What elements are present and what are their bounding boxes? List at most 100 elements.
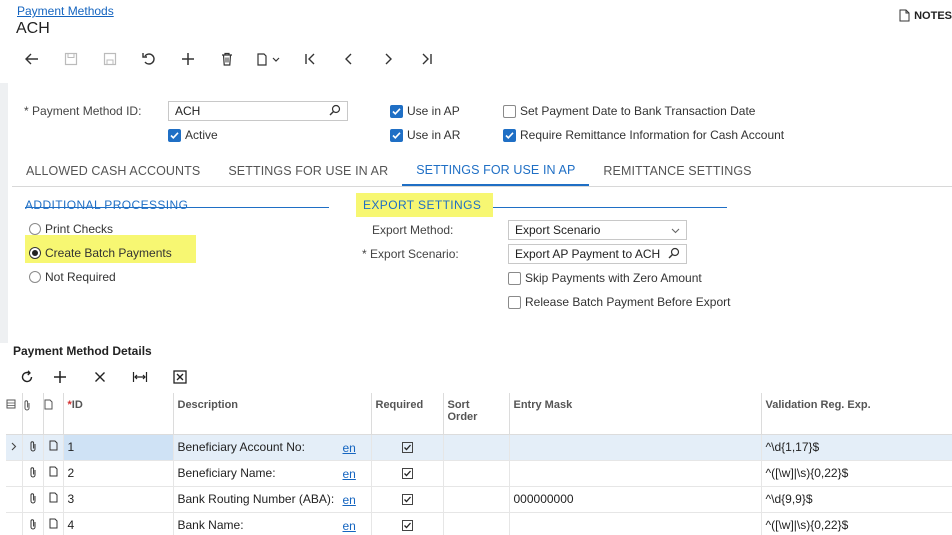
create-batch-payments-label: Create Batch Payments — [45, 246, 172, 260]
note-icon[interactable] — [43, 512, 64, 535]
search-icon[interactable] — [668, 247, 680, 262]
cell-entry-mask[interactable] — [509, 434, 762, 461]
export-scenario-input[interactable]: Export AP Payment to ACH v.2 — [508, 244, 687, 264]
cancel-icon[interactable] — [129, 47, 168, 71]
delete-row-icon[interactable] — [80, 366, 120, 388]
active-checkbox[interactable]: Active — [168, 128, 218, 142]
details-toolbar — [14, 366, 200, 388]
cell-description[interactable]: Bank Routing Number (ABA): en — [173, 486, 372, 513]
breadcrumb-payment-methods[interactable]: Payment Methods — [17, 4, 114, 18]
note-icon[interactable] — [43, 460, 64, 487]
save-icon[interactable] — [90, 47, 129, 71]
cell-sort-order[interactable] — [443, 486, 510, 513]
use-in-ar-checkbox[interactable]: Use in AR — [390, 128, 460, 142]
cell-id[interactable]: 3 — [63, 486, 174, 513]
previous-icon[interactable] — [329, 47, 368, 71]
add-row-icon[interactable] — [40, 366, 80, 388]
checkmark-icon — [401, 468, 413, 480]
export-excel-icon[interactable] — [160, 366, 200, 388]
payment-method-id-input[interactable]: ACH — [168, 101, 348, 121]
add-icon[interactable] — [168, 47, 207, 71]
main-toolbar — [12, 47, 446, 71]
export-scenario-value: Export AP Payment to ACH v.2 — [515, 247, 663, 261]
delete-icon[interactable] — [207, 47, 246, 71]
cell-sort-order[interactable] — [443, 434, 510, 461]
cell-description[interactable]: Beneficiary Name: en — [173, 460, 372, 487]
undo-back-icon[interactable] — [12, 47, 51, 71]
tabs-divider — [12, 186, 952, 187]
cell-entry-mask[interactable] — [509, 512, 762, 535]
cell-description[interactable]: Beneficiary Account No: en — [173, 434, 372, 461]
fit-columns-icon[interactable] — [120, 366, 160, 388]
next-icon[interactable] — [368, 47, 407, 71]
table-row[interactable]: 1 Beneficiary Account No: en ^\d{1,17}$ — [6, 434, 952, 461]
release-batch-checkbox[interactable]: Release Batch Payment Before Export — [508, 295, 730, 309]
cell-validation[interactable]: ^([\w]|\s){0,22}$ — [761, 460, 952, 487]
cell-id[interactable]: 2 — [63, 460, 174, 487]
skip-zero-checkbox[interactable]: Skip Payments with Zero Amount — [508, 271, 702, 285]
column-header-id[interactable]: *ID — [63, 393, 174, 435]
note-column-icon — [43, 393, 64, 435]
table-row[interactable]: 3 Bank Routing Number (ABA): en 000000000… — [6, 486, 952, 513]
note-icon[interactable] — [43, 486, 64, 513]
checkmark-icon — [168, 128, 181, 142]
table-row[interactable]: 4 Bank Name: en ^([\w]|\s){0,22}$ — [6, 512, 952, 535]
checkmark-icon — [503, 128, 516, 142]
column-header-description[interactable]: Description — [173, 393, 372, 435]
set-payment-date-checkbox[interactable]: Set Payment Date to Bank Transaction Dat… — [503, 104, 755, 118]
column-header-entry-mask[interactable]: Entry Mask — [509, 393, 762, 435]
refresh-icon[interactable] — [14, 366, 40, 388]
search-icon[interactable] — [329, 104, 341, 119]
cell-validation[interactable]: ^\d{9,9}$ — [761, 486, 952, 513]
cell-entry-mask[interactable] — [509, 460, 762, 487]
column-header-sort-order[interactable]: Sort Order — [443, 393, 510, 435]
last-icon[interactable] — [407, 47, 446, 71]
attachment-icon[interactable] — [22, 460, 44, 487]
cell-required[interactable] — [371, 460, 444, 487]
skip-zero-label: Skip Payments with Zero Amount — [525, 271, 702, 285]
cell-id[interactable]: 4 — [63, 512, 174, 535]
attachment-icon[interactable] — [22, 512, 44, 535]
first-icon[interactable] — [290, 47, 329, 71]
cell-required[interactable] — [371, 486, 444, 513]
row-pointer-cell — [6, 486, 23, 513]
save-close-icon[interactable] — [51, 47, 90, 71]
tab-bar: ALLOWED CASH ACCOUNTS SETTINGS FOR USE I… — [12, 155, 766, 187]
table-row[interactable]: 2 Beneficiary Name: en ^([\w]|\s){0,22}$ — [6, 460, 952, 487]
radio-print-checks[interactable]: Print Checks — [29, 222, 113, 236]
attachment-icon[interactable] — [22, 434, 44, 461]
tab-settings-ap[interactable]: SETTINGS FOR USE IN AP — [402, 155, 590, 186]
cell-required[interactable] — [371, 434, 444, 461]
tab-settings-ar[interactable]: SETTINGS FOR USE IN AR — [214, 155, 402, 186]
cell-sort-order[interactable] — [443, 460, 510, 487]
require-remittance-checkbox[interactable]: Require Remittance Information for Cash … — [503, 128, 784, 142]
cell-required[interactable] — [371, 512, 444, 535]
tab-remittance-settings[interactable]: REMITTANCE SETTINGS — [589, 155, 765, 186]
column-header-validation[interactable]: Validation Reg. Exp. — [761, 393, 952, 435]
export-method-select[interactable]: Export Scenario — [508, 220, 687, 240]
attachment-icon[interactable] — [22, 486, 44, 513]
require-remittance-label: Require Remittance Information for Cash … — [520, 128, 785, 142]
payment-method-id-label: * Payment Method ID: — [24, 104, 142, 118]
note-icon[interactable] — [43, 434, 64, 461]
cell-entry-mask[interactable]: 000000000 — [509, 486, 762, 513]
radio-create-batch-payments[interactable]: Create Batch Payments — [29, 246, 172, 260]
language-link[interactable]: en — [343, 441, 356, 455]
cell-description[interactable]: Bank Name: en — [173, 512, 372, 535]
chevron-down-icon — [671, 223, 680, 237]
cell-sort-order[interactable] — [443, 512, 510, 535]
tab-allowed-cash-accounts[interactable]: ALLOWED CASH ACCOUNTS — [12, 155, 214, 186]
notes-button[interactable]: NOTES — [899, 9, 952, 22]
language-link[interactable]: en — [343, 493, 356, 507]
copy-paste-icon[interactable] — [246, 47, 290, 71]
use-in-ap-label: Use in AP — [407, 104, 460, 118]
use-in-ap-checkbox[interactable]: Use in AP — [390, 104, 460, 118]
language-link[interactable]: en — [343, 519, 356, 533]
cell-validation[interactable]: ^\d{1,17}$ — [761, 434, 952, 461]
column-header-required[interactable]: Required — [371, 393, 444, 435]
row-pointer-cell — [6, 512, 23, 535]
cell-id[interactable]: 1 — [63, 434, 174, 461]
language-link[interactable]: en — [343, 467, 356, 481]
cell-validation[interactable]: ^([\w]|\s){0,22}$ — [761, 512, 952, 535]
radio-not-required[interactable]: Not Required — [29, 270, 116, 284]
